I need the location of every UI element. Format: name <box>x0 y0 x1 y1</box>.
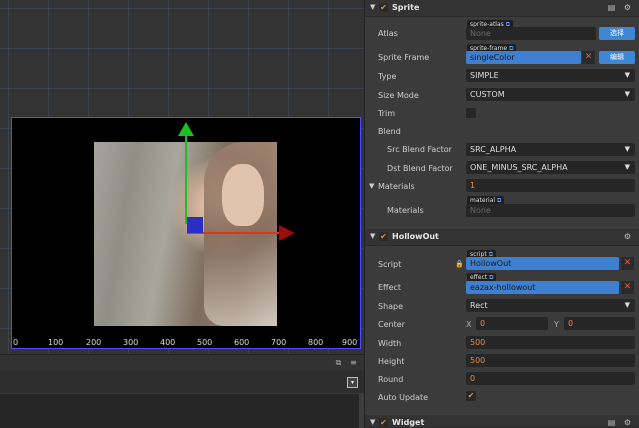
trim-label: Trim <box>378 109 396 118</box>
dropdown-arrow-icon: ▼ <box>624 90 630 98</box>
height-field[interactable]: 500 <box>466 354 635 367</box>
gear-icon[interactable]: ⚙ <box>623 418 632 427</box>
link-icon: ⧉ <box>489 274 494 281</box>
inspector-panel: ▼ ✔ Sprite ▤ ⚙ Atlas sprite-atlas ⧉ None … <box>364 0 639 427</box>
panel-header-row: ▾ <box>0 371 364 394</box>
photo-face <box>222 164 264 226</box>
atlas-field[interactable]: None <box>466 27 596 40</box>
materials-count-label: Materials <box>378 182 415 191</box>
shape-label: Shape <box>378 302 404 311</box>
effect-field[interactable]: eazax-hollowout <box>466 281 619 294</box>
edit-button[interactable]: 编辑 <box>599 51 635 64</box>
ruler-tick: 0 <box>13 338 19 347</box>
shape-select[interactable]: Rect ▼ <box>466 299 635 312</box>
chevron-down-icon[interactable]: ▼ <box>369 182 374 190</box>
materials-label: Materials <box>387 206 424 215</box>
blend-label: Blend <box>378 127 401 136</box>
size-mode-label: Size Mode <box>378 91 419 100</box>
center-label: Center <box>378 320 405 329</box>
ruler-tick: 800 <box>308 338 324 347</box>
auto-update-checkbox[interactable]: ✔ <box>466 391 476 401</box>
dropdown-arrow-icon: ▼ <box>624 163 630 171</box>
dst-blend-label: Dst Blend Factor <box>387 164 453 173</box>
move-center-handle[interactable] <box>187 217 203 233</box>
material-field[interactable]: None <box>466 204 635 217</box>
panel-toolbar: ⧉ ≡ <box>0 355 364 371</box>
auto-update-label: Auto Update <box>378 393 429 402</box>
width-label: Width <box>378 339 402 348</box>
sprite-component-header[interactable]: ▼ ✔ Sprite ▤ ⚙ <box>365 0 639 17</box>
hollowout-component-header[interactable]: ▼ ✔ HollowOut ⚙ <box>365 229 639 246</box>
y-axis-arrow-icon[interactable] <box>178 122 194 136</box>
enable-checkbox[interactable]: ✔ <box>379 418 388 427</box>
ruler-tick: 400 <box>160 338 176 347</box>
effect-label: Effect <box>378 283 402 292</box>
dropdown-arrow-icon: ▼ <box>624 145 630 153</box>
ruler-tick: 900 <box>342 338 358 347</box>
component-title: Sprite <box>392 3 420 12</box>
dropdown-arrow-icon: ▼ <box>624 71 630 79</box>
script-field[interactable]: HollowOut <box>466 257 619 270</box>
center-y-field[interactable]: 0 <box>564 317 635 330</box>
component-title: HollowOut <box>392 232 439 241</box>
ruler-tick: 600 <box>234 338 250 347</box>
type-label: Type <box>378 72 397 81</box>
round-field[interactable]: 0 <box>466 372 635 385</box>
console-panel: ⧉ ≡ ▾ <box>0 354 364 428</box>
ruler-tick: 100 <box>48 338 64 347</box>
height-label: Height <box>378 357 405 366</box>
gear-icon[interactable]: ⚙ <box>623 232 632 241</box>
book-icon[interactable]: ▤ <box>607 3 616 12</box>
enable-checkbox[interactable]: ✔ <box>379 3 388 12</box>
book-icon[interactable]: ▤ <box>607 418 616 427</box>
dropdown-arrow-icon: ▼ <box>624 301 630 309</box>
panel-body[interactable] <box>0 394 360 428</box>
component-title: Widget <box>392 418 425 427</box>
width-field[interactable]: 500 <box>466 336 635 349</box>
gear-icon[interactable]: ⚙ <box>623 3 632 12</box>
clear-icon[interactable]: ✕ <box>582 51 595 64</box>
atlas-label: Atlas <box>378 29 398 38</box>
type-select[interactable]: SIMPLE ▼ <box>466 69 635 82</box>
select-button[interactable]: 选择 <box>599 27 635 40</box>
chevron-down-icon[interactable]: ▼ <box>370 418 375 426</box>
ruler-tick: 300 <box>123 338 139 347</box>
ruler-tick: 500 <box>197 338 213 347</box>
trim-checkbox[interactable] <box>466 108 476 118</box>
horizontal-ruler: 0 100 200 300 400 500 600 700 800 900 <box>11 338 363 350</box>
lock-icon: 🔒 <box>455 260 464 268</box>
center-x-label: X <box>466 320 472 329</box>
materials-count-field[interactable]: 1 <box>466 179 635 192</box>
clear-icon[interactable]: ✕ <box>621 281 634 294</box>
copy-icon[interactable]: ⧉ <box>334 358 343 367</box>
center-x-field[interactable]: 0 <box>476 317 548 330</box>
menu-icon[interactable]: ≡ <box>349 358 358 367</box>
ruler-tick: 700 <box>271 338 287 347</box>
clear-icon[interactable]: ✕ <box>621 257 634 270</box>
dst-blend-select[interactable]: ONE_MINUS_SRC_ALPHA ▼ <box>466 161 635 174</box>
x-axis-arrow-icon[interactable] <box>279 225 295 241</box>
center-y-label: Y <box>554 320 559 329</box>
widget-component-header[interactable]: ▼ ✔ Widget ▤ ⚙ <box>365 415 639 427</box>
sprite-frame-field[interactable]: singleColor <box>466 51 581 64</box>
link-icon: ⧉ <box>497 197 502 204</box>
chevron-down-icon[interactable]: ▼ <box>370 3 375 11</box>
size-mode-select[interactable]: CUSTOM ▼ <box>466 88 635 101</box>
round-label: Round <box>378 375 404 384</box>
scene-view[interactable]: 0 100 200 300 400 500 600 700 800 900 <box>0 0 364 354</box>
enable-checkbox[interactable]: ✔ <box>379 232 388 241</box>
collapse-icon[interactable]: ▾ <box>347 377 358 388</box>
chevron-down-icon[interactable]: ▼ <box>370 232 375 240</box>
sprite-frame-label: Sprite Frame <box>378 53 430 62</box>
y-axis-handle[interactable] <box>185 128 187 224</box>
src-blend-label: Src Blend Factor <box>387 145 452 154</box>
ruler-tick: 200 <box>86 338 102 347</box>
script-label: Script <box>378 260 402 269</box>
src-blend-select[interactable]: SRC_ALPHA ▼ <box>466 143 635 156</box>
